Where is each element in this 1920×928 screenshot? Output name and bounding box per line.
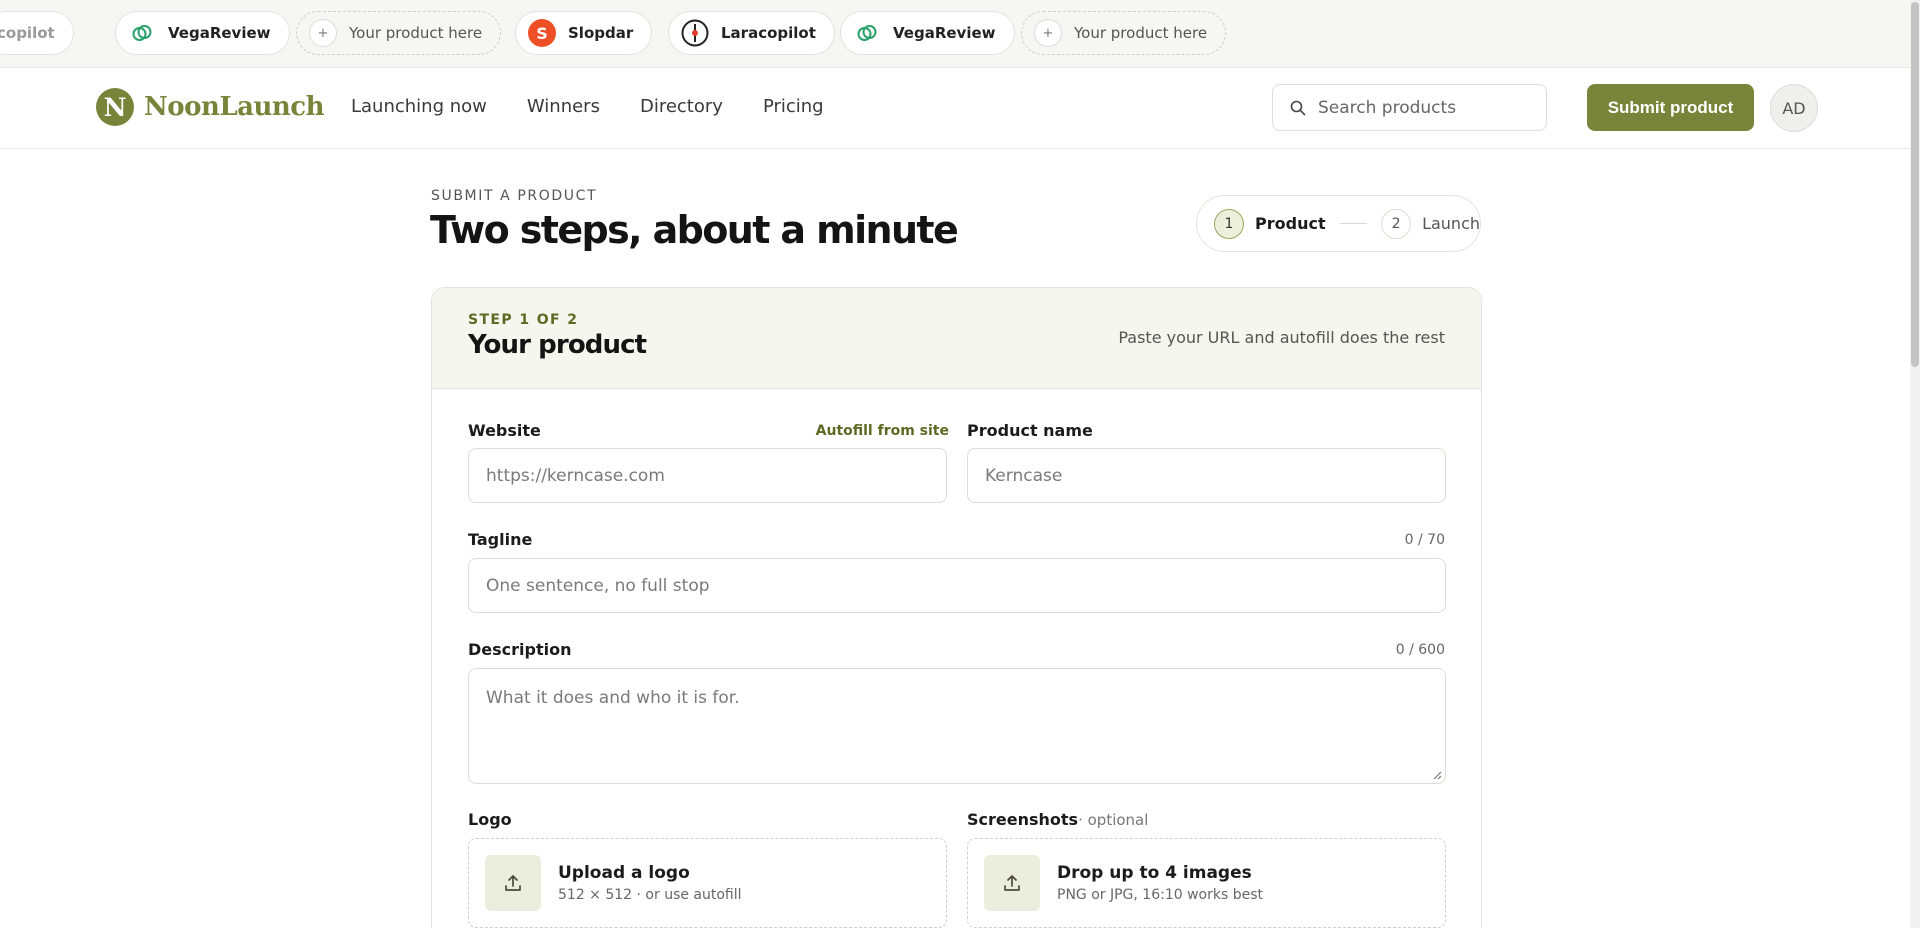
vegareview-icon (853, 19, 881, 47)
product-name-label: Product name (967, 421, 1093, 440)
description-counter: 0 / 600 (1395, 642, 1445, 658)
screenshots-label: Screenshots· optional (967, 810, 1149, 829)
ticker-chip-your-product[interactable]: + Your product here (296, 11, 502, 55)
logo-upload-hint: 512 × 512 · or use autofill (558, 887, 742, 903)
page-eyebrow: SUBMIT A PRODUCT (431, 188, 598, 204)
logo-text: NoonLaunch (144, 92, 325, 122)
search-icon (1290, 100, 1306, 115)
step-1-number: 1 (1214, 208, 1244, 239)
main-nav: Launching now Winners Directory Pricing (351, 96, 864, 117)
search-input[interactable]: Search products (1272, 84, 1547, 131)
resize-grip-icon[interactable] (1432, 770, 1442, 780)
ticker-chip-vegareview[interactable]: VegaReview (840, 11, 1015, 55)
website-field[interactable]: https://kerncase.com (468, 448, 947, 503)
nav-directory[interactable]: Directory (640, 96, 723, 117)
tagline-placeholder: One sentence, no full stop (486, 575, 710, 596)
site-header: N NoonLaunch Launching now Winners Direc… (0, 68, 1910, 149)
description-placeholder: What it does and who it is for. (486, 688, 740, 708)
card-hint: Paste your URL and autofill does the res… (1118, 328, 1445, 347)
logo-upload-title: Upload a logo (558, 863, 690, 883)
step-indicator: 1 Product 2 Launch (1196, 195, 1481, 252)
nav-launching-now[interactable]: Launching now (351, 96, 487, 117)
screenshots-dropzone[interactable]: Drop up to 4 images PNG or JPG, 16:10 wo… (967, 838, 1446, 928)
description-label: Description (468, 640, 572, 659)
step-2-label: Launch (1422, 214, 1480, 233)
submit-product-button[interactable]: Submit product (1587, 84, 1754, 131)
step-2-number: 2 (1381, 208, 1412, 239)
plus-icon: + (1034, 19, 1062, 47)
step-label: STEP 1 OF 2 (468, 312, 579, 328)
card-title: Your product (468, 330, 647, 360)
plus-icon: + (309, 19, 337, 47)
autofill-link[interactable]: Autofill from site (816, 423, 949, 439)
search-placeholder: Search products (1318, 97, 1457, 118)
upload-icon (984, 855, 1040, 911)
tagline-field[interactable]: One sentence, no full stop (468, 558, 1446, 613)
laracopilot-icon (681, 19, 709, 47)
slopdar-icon: S (528, 19, 556, 47)
website-placeholder: https://kerncase.com (486, 465, 665, 486)
card-header: STEP 1 OF 2 Your product Paste your URL … (432, 288, 1481, 389)
optional-tag: · optional (1078, 811, 1149, 829)
brand-logo[interactable]: N NoonLaunch (96, 88, 325, 126)
description-textarea[interactable]: What it does and who it is for. (468, 668, 1446, 784)
page-title: Two steps, about a minute (430, 208, 959, 252)
logo-label: Logo (468, 810, 512, 829)
page-scrollbar[interactable] (1910, 0, 1920, 928)
product-name-field[interactable]: Kerncase (967, 448, 1446, 503)
logo-mark: N (96, 88, 134, 126)
step-divider (1339, 223, 1368, 224)
scrollbar-thumb[interactable] (1911, 2, 1919, 367)
avatar[interactable]: AD (1770, 84, 1818, 132)
screenshots-upload-hint: PNG or JPG, 16:10 works best (1057, 887, 1264, 903)
tagline-counter: 0 / 70 (1404, 532, 1445, 548)
product-name-placeholder: Kerncase (985, 465, 1063, 486)
vegareview-icon (128, 19, 156, 47)
step-1-label: Product (1255, 214, 1326, 233)
ticker-chip-laracopilot-partial[interactable]: copilot (0, 11, 74, 55)
ticker-chip-laracopilot[interactable]: Laracopilot (668, 11, 835, 55)
screenshots-upload-title: Drop up to 4 images (1057, 863, 1252, 883)
ticker-chip-slopdar[interactable]: S Slopdar (515, 11, 653, 55)
ticker-chip-your-product[interactable]: + Your product here (1021, 11, 1227, 55)
website-label: Website (468, 421, 541, 440)
nav-winners[interactable]: Winners (527, 96, 600, 117)
product-form-card: STEP 1 OF 2 Your product Paste your URL … (431, 287, 1482, 928)
product-ticker: copilot VegaReview + Your product here S… (0, 0, 1910, 68)
ticker-chip-vegareview[interactable]: VegaReview (115, 11, 290, 55)
upload-icon (485, 855, 541, 911)
nav-pricing[interactable]: Pricing (763, 96, 824, 117)
tagline-label: Tagline (468, 530, 533, 549)
logo-dropzone[interactable]: Upload a logo 512 × 512 · or use autofil… (468, 838, 947, 928)
